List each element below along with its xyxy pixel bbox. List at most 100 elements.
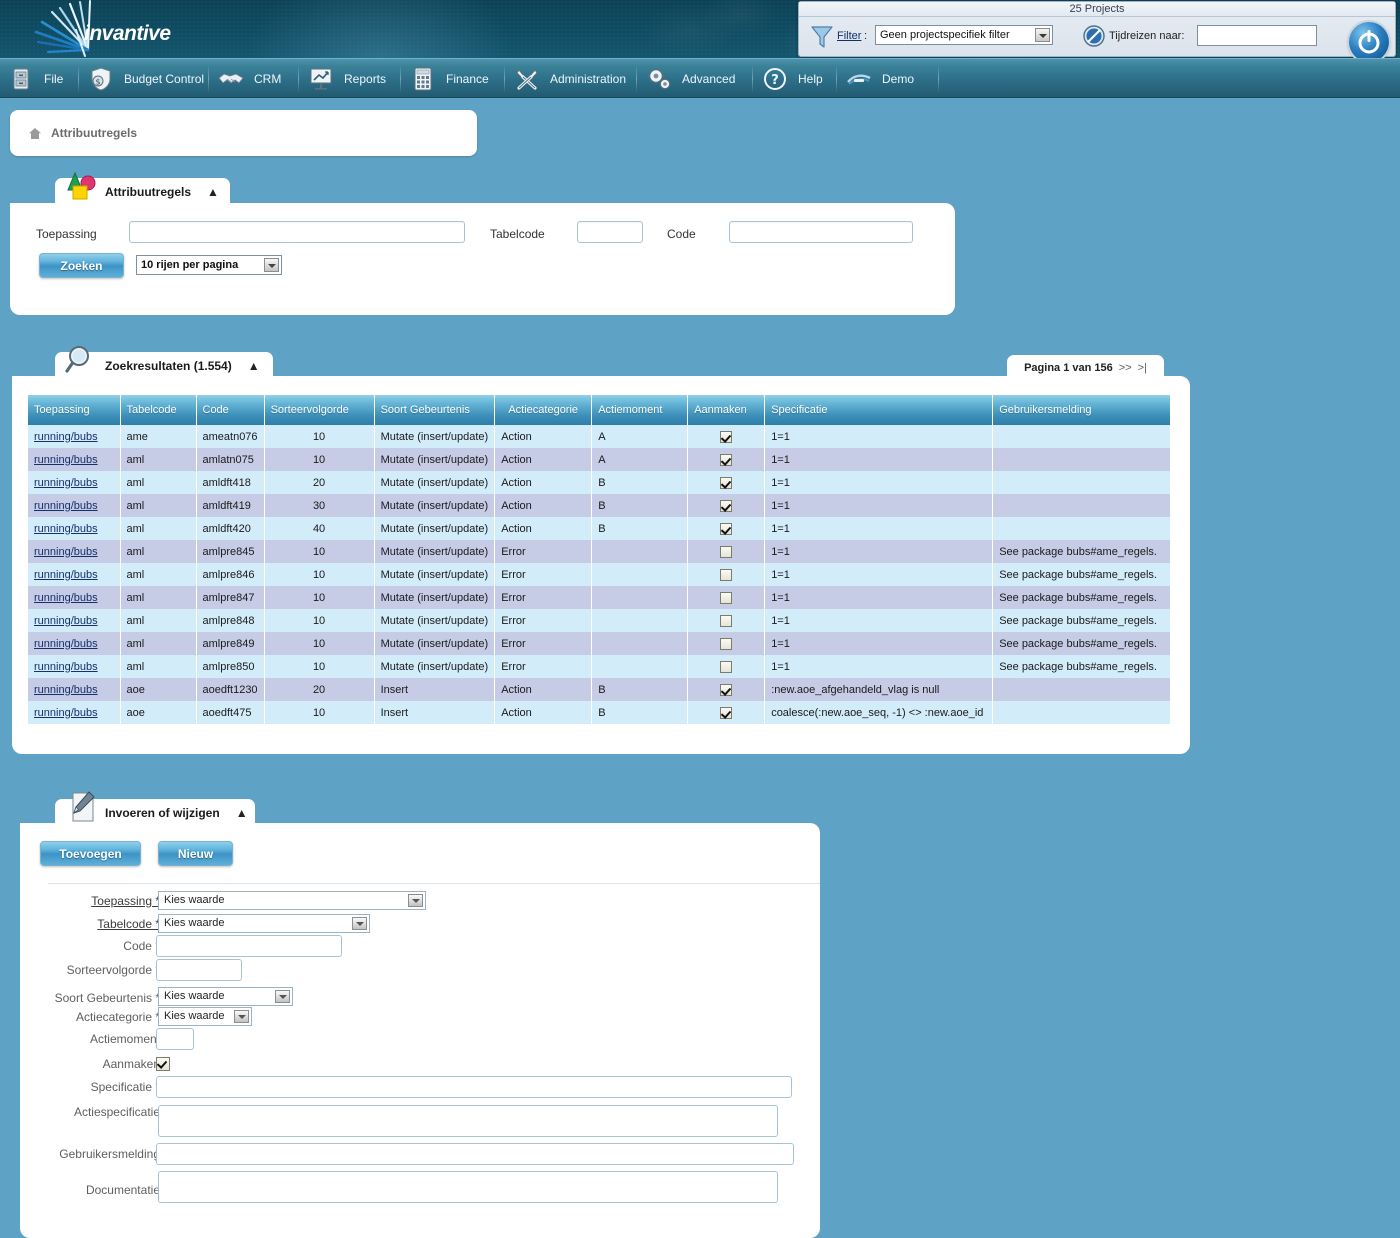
form-input-specificatie[interactable] (156, 1076, 792, 1098)
form-input-gebruikersmelding[interactable] (156, 1143, 794, 1165)
cell-aanmaken[interactable] (687, 701, 766, 724)
column-header-actiecategorie[interactable]: Actiecategorie (494, 395, 593, 425)
invantive-logo[interactable]: invantive (30, 0, 260, 58)
aanmaken-checkbox[interactable] (720, 568, 733, 581)
menu-item-advanced[interactable]: Advanced (646, 59, 735, 99)
cell-aanmaken[interactable] (687, 609, 766, 632)
aanmaken-checkbox[interactable] (720, 591, 733, 604)
cell-toepassing[interactable]: running/bubs (28, 678, 121, 701)
cell-toepassing[interactable]: running/bubs (28, 655, 121, 678)
menu-item-administration[interactable]: Administration (514, 59, 626, 99)
menu-item-crm[interactable]: CRM (218, 59, 281, 99)
cell-toepassing[interactable]: running/bubs (28, 586, 121, 609)
toepassing-input[interactable] (129, 221, 465, 243)
toepassing-link[interactable]: running/bubs (34, 523, 98, 535)
toepassing-link[interactable]: running/bubs (34, 546, 98, 558)
form-input-sorteervolgorde[interactable] (156, 959, 242, 981)
menu-item-reports[interactable]: Reports (308, 59, 386, 99)
form-checkbox-aanmaken[interactable] (156, 1057, 170, 1071)
column-header-tabelcode[interactable]: Tabelcode (120, 395, 197, 425)
toepassing-link[interactable]: running/bubs (34, 592, 98, 604)
toepassing-link[interactable]: running/bubs (34, 638, 98, 650)
column-header-specificatie[interactable]: Specificatie (764, 395, 994, 425)
cell-toepassing[interactable]: running/bubs (28, 425, 121, 448)
home-icon[interactable] (28, 127, 42, 140)
form-select-toepassing[interactable]: Kies waarde (158, 891, 426, 910)
chevron-up-icon[interactable]: ▲ (248, 359, 260, 373)
cell-toepassing[interactable]: running/bubs (28, 632, 121, 655)
cell-aanmaken[interactable] (687, 448, 766, 471)
column-header-aanmaken[interactable]: Aanmaken (687, 395, 766, 425)
cell-aanmaken[interactable] (687, 471, 766, 494)
chevron-down-icon[interactable] (408, 894, 423, 907)
project-filter-select[interactable]: Geen projectspecifiek filter (875, 25, 1053, 45)
aanmaken-checkbox[interactable] (720, 637, 733, 650)
aanmaken-checkbox[interactable] (720, 453, 733, 466)
aanmaken-checkbox[interactable] (720, 683, 733, 696)
form-select-soort-gebeurtenis[interactable]: Kies waarde (158, 987, 293, 1006)
menu-item-budget-control[interactable]: $ Budget Control (88, 59, 204, 99)
chevron-up-icon[interactable]: ▲ (236, 806, 248, 820)
cell-toepassing[interactable]: running/bubs (28, 448, 121, 471)
cell-aanmaken[interactable] (687, 425, 766, 448)
toepassing-link[interactable]: running/bubs (34, 661, 98, 673)
filter-link[interactable]: Filter (837, 30, 861, 42)
chevron-down-icon[interactable] (264, 258, 279, 272)
form-textarea-documentatie[interactable] (158, 1171, 778, 1203)
aanmaken-checkbox[interactable] (720, 660, 733, 673)
timetravel-input[interactable] (1197, 25, 1317, 46)
toepassing-link[interactable]: running/bubs (34, 431, 98, 443)
aanmaken-checkbox[interactable] (720, 499, 733, 512)
cell-toepassing[interactable]: running/bubs (28, 609, 121, 632)
form-textarea-actiespecificatie[interactable] (158, 1105, 778, 1137)
cell-aanmaken[interactable] (687, 632, 766, 655)
column-header-sorteervolgorde[interactable]: Sorteervolgorde (264, 395, 375, 425)
new-button[interactable]: Nieuw (158, 841, 233, 866)
toepassing-link[interactable]: running/bubs (34, 454, 98, 466)
tabelcode-input[interactable] (577, 221, 643, 243)
cell-aanmaken[interactable] (687, 563, 766, 586)
column-header-gebruikersmelding[interactable]: Gebruikersmelding (992, 395, 1170, 425)
form-input-code[interactable] (156, 935, 342, 957)
add-button[interactable]: Toevoegen (40, 841, 141, 866)
toepassing-link[interactable]: running/bubs (34, 569, 98, 581)
next-page-button[interactable]: >> (1119, 362, 1132, 374)
form-label-tabelcode[interactable]: Tabelcode * (40, 917, 160, 931)
menu-item-file[interactable]: File (8, 59, 63, 99)
aanmaken-checkbox[interactable] (720, 476, 733, 489)
search-panel-tab[interactable]: Attribuutregels ▲ (55, 171, 230, 206)
column-header-code[interactable]: Code (196, 395, 265, 425)
rows-per-page-select[interactable]: 10 rijen per pagina (136, 255, 282, 275)
toepassing-link[interactable]: running/bubs (34, 615, 98, 627)
cell-toepassing[interactable]: running/bubs (28, 517, 121, 540)
aanmaken-checkbox[interactable] (720, 522, 733, 535)
toepassing-link[interactable]: running/bubs (34, 707, 98, 719)
menu-item-demo[interactable]: Demo (846, 59, 914, 99)
code-input[interactable] (729, 221, 913, 243)
cell-aanmaken[interactable] (687, 586, 766, 609)
cell-toepassing[interactable]: running/bubs (28, 540, 121, 563)
cell-aanmaken[interactable] (687, 655, 766, 678)
toepassing-link[interactable]: running/bubs (34, 500, 98, 512)
cell-aanmaken[interactable] (687, 540, 766, 563)
power-icon[interactable] (1349, 22, 1389, 62)
chevron-down-icon[interactable] (234, 1010, 249, 1023)
breadcrumb-label[interactable]: Attribuutregels (51, 126, 137, 140)
cell-toepassing[interactable]: running/bubs (28, 471, 121, 494)
cell-toepassing[interactable]: running/bubs (28, 563, 121, 586)
aanmaken-checkbox[interactable] (720, 706, 733, 719)
chevron-down-icon[interactable] (352, 917, 367, 930)
search-button[interactable]: Zoeken (39, 253, 124, 278)
chevron-up-icon[interactable]: ▲ (207, 185, 219, 199)
cell-toepassing[interactable]: running/bubs (28, 701, 121, 724)
menu-item-help[interactable]: ? Help (762, 59, 823, 99)
cell-aanmaken[interactable] (687, 494, 766, 517)
column-header-actiemoment[interactable]: Actiemoment (591, 395, 689, 425)
form-input-actiemoment[interactable] (156, 1028, 194, 1050)
cell-toepassing[interactable]: running/bubs (28, 494, 121, 517)
form-select-tabelcode[interactable]: Kies waarde (158, 914, 370, 933)
toepassing-link[interactable]: running/bubs (34, 684, 98, 696)
toepassing-link[interactable]: running/bubs (34, 477, 98, 489)
chevron-down-icon[interactable] (1035, 28, 1050, 42)
aanmaken-checkbox[interactable] (720, 545, 733, 558)
